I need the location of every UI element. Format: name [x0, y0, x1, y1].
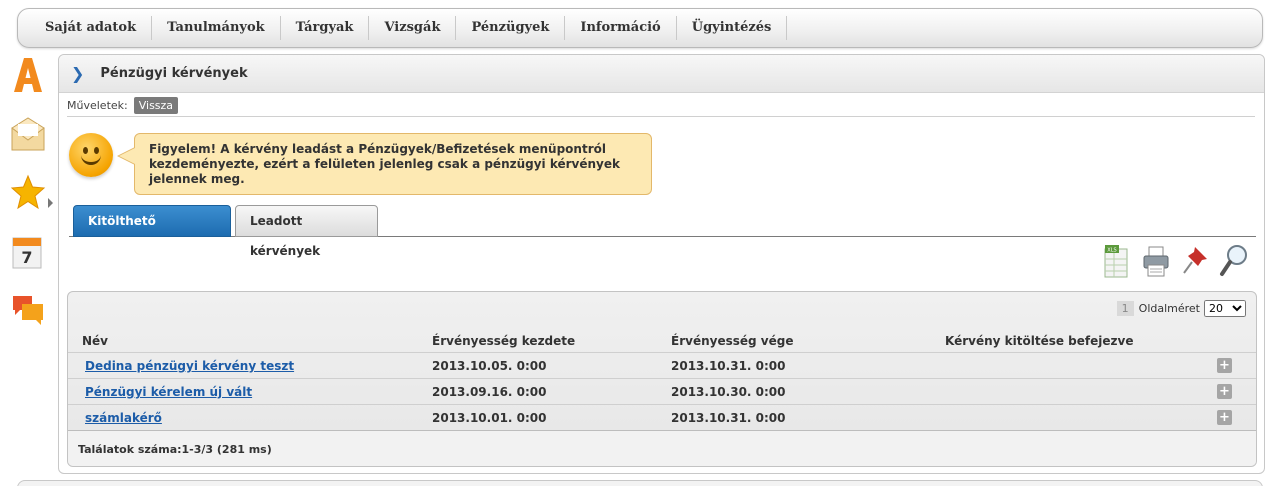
start-date-cell: 2013.09.16. 0:00 — [432, 385, 547, 399]
grid-toolbar: XLS — [1101, 243, 1251, 279]
request-name-link[interactable]: Dedina pénzügyi kérvény teszt — [85, 359, 294, 373]
search-icon[interactable] — [1219, 243, 1249, 279]
requests-grid: 1 Oldalméret 20 Név Érvényesség kezdete … — [67, 291, 1257, 467]
left-icon-rail: 7 — [0, 52, 53, 352]
smiley-icon — [69, 133, 113, 177]
star-icon[interactable] — [10, 174, 46, 212]
pager: 1 Oldalméret 20 — [1116, 300, 1246, 317]
back-button[interactable]: Vissza — [133, 97, 179, 114]
nav-item-tanulmanyok[interactable]: Tanulmányok — [152, 16, 281, 40]
page: Saját adatok Tanulmányok Tárgyak Vizsgák… — [0, 0, 1279, 486]
tab-leadott-kervenyek[interactable]: Leadott kérvények — [235, 205, 378, 258]
request-name-link[interactable]: számlakérő — [85, 411, 162, 425]
page-size-select[interactable]: 20 — [1204, 300, 1246, 317]
results-count: Találatok száma:1-3/3 (281 ms) — [78, 443, 272, 456]
nav-item-penzugyek[interactable]: Pénzügyek — [456, 16, 566, 40]
chevron-right-icon: ❯ — [71, 64, 85, 83]
table-row: számlakérő 2013.10.01. 0:00 2013.10.31. … — [68, 404, 1256, 430]
nav-item-sajat-adatok[interactable]: Saját adatok — [30, 16, 153, 40]
letter-a-icon[interactable] — [10, 56, 46, 94]
operations-label: Műveletek: — [67, 99, 128, 112]
start-date-cell: 2013.10.01. 0:00 — [432, 411, 547, 425]
nav-item-targyak[interactable]: Tárgyak — [281, 16, 370, 40]
top-navigation: Saját adatok Tanulmányok Tárgyak Vizsgák… — [17, 8, 1263, 48]
smiley-eye-right — [94, 147, 99, 154]
chat-bubbles-icon[interactable] — [10, 292, 46, 330]
tab-bar: Kitölthető kérvények Leadott kérvények — [69, 203, 1256, 258]
nav-item-vizsgak[interactable]: Vizsgák — [369, 16, 457, 40]
end-date-cell: 2013.10.31. 0:00 — [671, 359, 786, 373]
pin-icon[interactable] — [1181, 243, 1211, 279]
excel-export-icon[interactable]: XLS — [1101, 243, 1131, 279]
end-date-cell: 2013.10.30. 0:00 — [671, 385, 786, 399]
request-name-link[interactable]: Pénzügyi kérelem új vált — [85, 385, 252, 399]
panel-header: ❯ Pénzügyi kérvények — [59, 55, 1264, 93]
tab-kitoltheto-kervenyek[interactable]: Kitölthető kérvények — [73, 205, 231, 258]
print-icon[interactable] — [1141, 243, 1171, 279]
nav-item-ugyintezes[interactable]: Ügyintézés — [677, 16, 788, 40]
table-header: Név Érvényesség kezdete Érvényesség vége… — [68, 330, 1256, 352]
notice-tail-fill — [119, 148, 135, 164]
svg-text:XLS: XLS — [1107, 248, 1116, 254]
envelope-icon[interactable] — [10, 116, 46, 154]
main-panel: ❯ Pénzügyi kérvények Műveletek: Vissza F… — [58, 54, 1265, 474]
operations-bar: Műveletek: Vissza — [67, 95, 1255, 117]
grid-footer: Találatok száma:1-3/3 (281 ms) — [68, 430, 1256, 466]
row-expand-plus-icon[interactable]: + — [1217, 410, 1232, 425]
bottom-panel-edge — [17, 480, 1263, 486]
row-expand-plus-icon[interactable]: + — [1217, 358, 1232, 373]
column-header-completed[interactable]: Kérvény kitöltése befejezve — [945, 334, 1133, 348]
table-row: Dedina pénzügyi kérvény teszt 2013.10.05… — [68, 352, 1256, 378]
column-header-start[interactable]: Érvényesség kezdete — [432, 334, 575, 348]
nav-item-informacio[interactable]: Információ — [565, 16, 677, 40]
page-number[interactable]: 1 — [1116, 301, 1134, 316]
start-date-cell: 2013.10.05. 0:00 — [432, 359, 547, 373]
notice-message: Figyelem! A kérvény leadást a Pénzügyek/… — [134, 133, 652, 195]
rail-expand-arrow-icon[interactable] — [48, 198, 53, 208]
smiley-eye-left — [83, 147, 88, 154]
column-header-name[interactable]: Név — [82, 334, 108, 348]
svg-text:7: 7 — [21, 248, 32, 267]
row-expand-plus-icon[interactable]: + — [1217, 384, 1232, 399]
calendar-icon[interactable]: 7 — [10, 234, 46, 272]
panel-title: Pénzügyi kérvények — [100, 66, 248, 81]
column-header-end[interactable]: Érvényesség vége — [671, 334, 793, 348]
table-row: Pénzügyi kérelem új vált 2013.09.16. 0:0… — [68, 378, 1256, 404]
end-date-cell: 2013.10.31. 0:00 — [671, 411, 786, 425]
smiley-mouth — [81, 155, 101, 165]
page-size-label: Oldalméret — [1138, 302, 1200, 315]
